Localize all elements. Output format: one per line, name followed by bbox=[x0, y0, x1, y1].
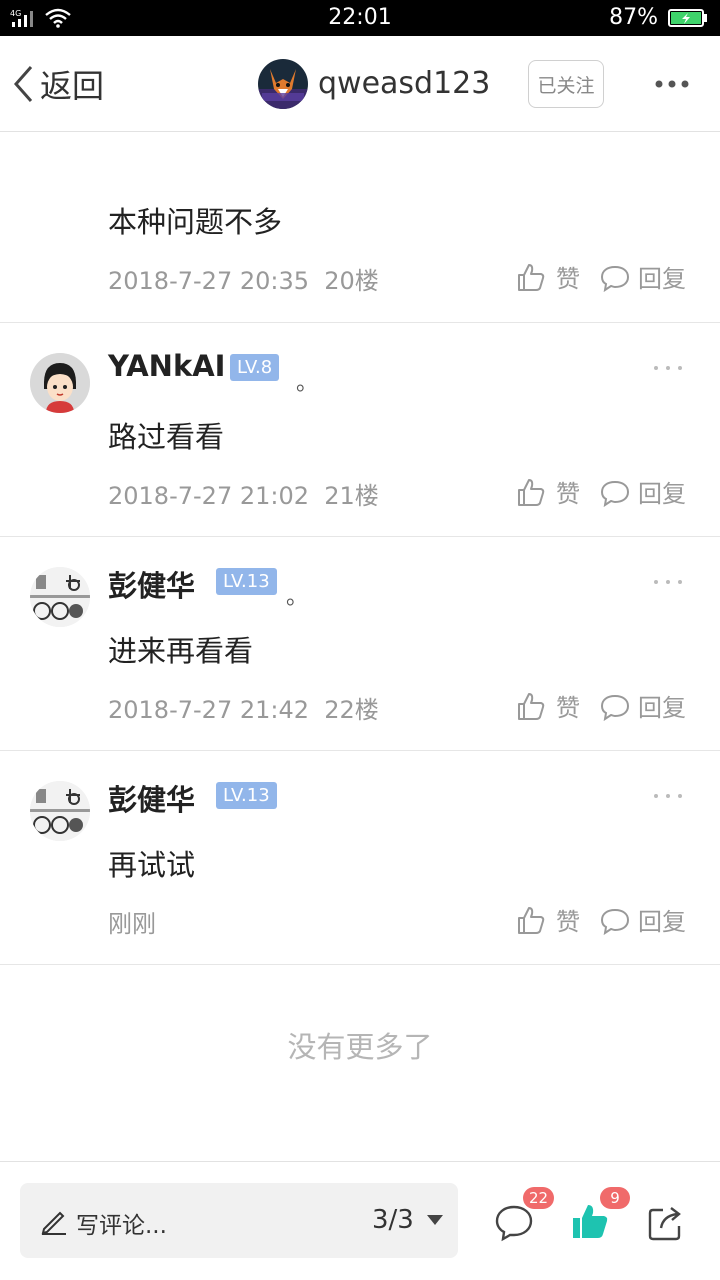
chevron-left-icon bbox=[13, 66, 33, 102]
user-avatar[interactable] bbox=[30, 353, 90, 413]
thumbs-up-filled-icon[interactable] bbox=[571, 1202, 609, 1240]
more-options-icon[interactable] bbox=[652, 70, 692, 98]
end-of-list-text: 没有更多了 bbox=[287, 1030, 433, 1064]
write-comment-input[interactable]: 写评论... 3/3 bbox=[20, 1183, 458, 1258]
comment-meta: 2018-7-27 20:35 20楼 bbox=[108, 261, 379, 296]
comment-floor: 21楼 bbox=[324, 482, 379, 510]
cartoon-girl-avatar-image bbox=[30, 353, 90, 413]
comment-item: 彭健华 LV.13 。 进来再看看 2018-7-27 21:42 22楼 赞 … bbox=[0, 537, 720, 751]
like-label: 赞 bbox=[556, 480, 580, 508]
owner-name[interactable]: qweasd123 bbox=[318, 66, 490, 101]
comment-more-icon[interactable] bbox=[652, 577, 684, 587]
level-badge: LV.8 bbox=[230, 354, 280, 381]
page-indicator[interactable]: 3/3 bbox=[372, 1205, 414, 1235]
thumbs-up-icon bbox=[518, 692, 545, 720]
comment-bubble-icon bbox=[600, 694, 630, 721]
reply-button[interactable]: 回复 bbox=[600, 688, 686, 723]
back-label: 返回 bbox=[40, 67, 105, 105]
comment-meta: 2018-7-27 21:02 21楼 bbox=[108, 476, 379, 511]
comment-date: 2018-7-27 21:42 bbox=[108, 696, 309, 724]
comment-more-icon[interactable] bbox=[652, 363, 684, 373]
like-count-badge: 9 bbox=[600, 1187, 630, 1209]
like-label: 赞 bbox=[556, 265, 580, 293]
like-button[interactable]: 赞 bbox=[516, 688, 580, 723]
user-avatar[interactable] bbox=[30, 781, 90, 841]
share-icon[interactable] bbox=[647, 1204, 685, 1242]
like-label: 赞 bbox=[556, 694, 580, 722]
comment-item: YANkAI LV.8 。 路过看看 2018-7-27 21:02 21楼 赞… bbox=[0, 323, 720, 537]
back-button[interactable]: 返回 bbox=[12, 64, 105, 105]
reply-button[interactable]: 回复 bbox=[600, 474, 686, 509]
badge-dot: 。 bbox=[286, 585, 309, 610]
bottom-action-bar: 写评论... 3/3 22 9 bbox=[0, 1161, 720, 1280]
level-badge: LV.13 bbox=[216, 782, 277, 809]
pencil-icon bbox=[41, 1211, 66, 1235]
thumbs-up-icon bbox=[518, 263, 545, 291]
reply-label: 回复 bbox=[638, 480, 686, 508]
user-name[interactable]: 彭健华 bbox=[108, 777, 195, 819]
comment-bubble-icon bbox=[600, 265, 630, 292]
comment-meta: 2018-7-27 21:42 22楼 bbox=[108, 690, 379, 725]
comment-floor: 20楼 bbox=[324, 267, 379, 295]
bicycle-photo-avatar-image bbox=[30, 567, 90, 627]
comment-item: 本种问题不多 2018-7-27 20:35 20楼 赞 回复 bbox=[0, 133, 720, 323]
comment-date: 2018-7-27 21:02 bbox=[108, 482, 309, 510]
comment-item: 彭健华 LV.13 再试试 刚刚 赞 回复 bbox=[0, 751, 720, 965]
thumbs-up-icon bbox=[518, 478, 545, 506]
write-comment-placeholder: 写评论... bbox=[76, 1213, 167, 1239]
comment-text: 路过看看 bbox=[108, 420, 225, 454]
status-bar: 4G 22:01 87% bbox=[0, 0, 720, 36]
like-label: 赞 bbox=[556, 908, 580, 936]
thumbs-up-icon bbox=[518, 906, 545, 934]
reply-label: 回复 bbox=[638, 694, 686, 722]
top-navigation: 返回 qweasd123 已关注 bbox=[0, 36, 720, 132]
badge-dot: 。 bbox=[296, 371, 319, 396]
user-name[interactable]: 彭健华 bbox=[108, 563, 195, 605]
comment-date: 2018-7-27 20:35 bbox=[108, 267, 309, 295]
owner-avatar[interactable] bbox=[258, 59, 308, 109]
comment-text: 再试试 bbox=[108, 848, 196, 882]
comment-more-icon[interactable] bbox=[652, 791, 684, 801]
fox-avatar-image bbox=[258, 59, 308, 109]
reply-button[interactable]: 回复 bbox=[600, 902, 686, 937]
comment-text: 进来再看看 bbox=[108, 634, 254, 668]
level-badge: LV.13 bbox=[216, 568, 277, 595]
comment-text: 本种问题不多 bbox=[108, 205, 283, 239]
user-avatar[interactable] bbox=[30, 567, 90, 627]
like-button[interactable]: 赞 bbox=[516, 474, 580, 509]
reply-label: 回复 bbox=[638, 265, 686, 293]
comment-bubble-icon bbox=[600, 480, 630, 507]
reply-button[interactable]: 回复 bbox=[600, 259, 686, 294]
like-button[interactable]: 赞 bbox=[516, 902, 580, 937]
battery-percent: 87% bbox=[609, 5, 658, 30]
comment-count-badge: 22 bbox=[523, 1187, 555, 1209]
comment-date: 刚刚 bbox=[108, 910, 156, 938]
user-name[interactable]: YANkAI bbox=[108, 349, 225, 383]
comment-bubble-icon bbox=[600, 908, 630, 935]
reply-label: 回复 bbox=[638, 908, 686, 936]
comment-floor: 22楼 bbox=[324, 696, 379, 724]
battery-icon bbox=[668, 9, 707, 27]
caret-down-icon[interactable] bbox=[426, 1214, 444, 1226]
follow-button[interactable]: 已关注 bbox=[528, 60, 604, 108]
comments-icon[interactable] bbox=[494, 1204, 534, 1242]
like-button[interactable]: 赞 bbox=[516, 259, 580, 294]
bicycle-photo-avatar-image bbox=[30, 781, 90, 841]
